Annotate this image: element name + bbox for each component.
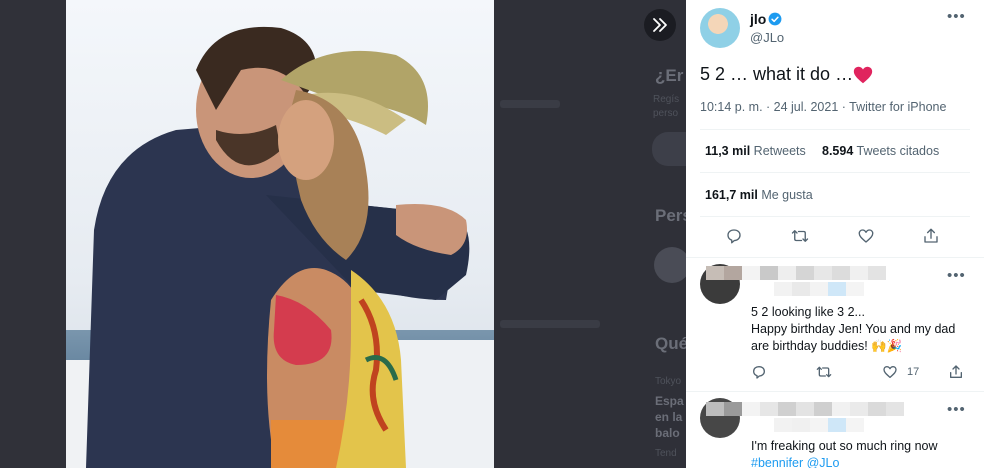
tweet-photo[interactable]: [66, 0, 494, 468]
censored-name: [706, 266, 886, 280]
share-icon: [924, 228, 938, 243]
reply-text: I'm freaking out so much ring now #benni…: [751, 438, 938, 468]
tweet-timestamp[interactable]: 10:14 p. m. · 24 jul. 2021 · Twitter for…: [700, 100, 946, 114]
heart-emoji-icon: [853, 66, 873, 84]
reply-button[interactable]: [723, 225, 745, 247]
background-trend: Espa: [655, 394, 684, 408]
background-heading: Qué: [655, 334, 686, 353]
likes-label: Me gusta: [761, 188, 813, 202]
reply-line: I'm freaking out so much ring now: [751, 439, 938, 453]
background-sidebar: [0, 0, 66, 468]
retweet-icon: [816, 366, 832, 378]
like-button[interactable]: [855, 225, 877, 247]
tweet-text: 5 2 … what it do …: [700, 64, 854, 84]
more-options-icon[interactable]: •••: [947, 401, 966, 418]
background-heading: ¿Er: [655, 66, 684, 85]
background-trend: en la: [655, 410, 683, 424]
quote-tweets-stat[interactable]: 8.594 Tweets citados: [822, 144, 939, 158]
background-bar: [500, 320, 600, 328]
background-subtext: perso: [653, 108, 679, 119]
divider: [686, 257, 984, 258]
retweet-button[interactable]: [789, 225, 811, 247]
like-button[interactable]: [879, 361, 901, 383]
reply-line: are birthday buddies! 🙌🎉: [751, 339, 903, 353]
author-avatar[interactable]: [700, 8, 740, 48]
photo-illustration: [66, 0, 494, 468]
more-options-icon[interactable]: •••: [947, 267, 966, 284]
retweet-icon: [791, 230, 809, 242]
likes-count: 161,7 mil: [705, 188, 758, 202]
reply-line: Happy birthday Jen! You and my dad: [751, 322, 956, 336]
author-name[interactable]: jlo: [750, 11, 766, 27]
censored-name: [706, 402, 904, 416]
retweets-stat[interactable]: 11,3 mil Retweets: [705, 144, 806, 158]
quotes-label: Tweets citados: [856, 144, 940, 158]
expand-panel-button[interactable]: [644, 9, 676, 41]
double-chevron-right-icon: [653, 18, 667, 32]
tweet-detail-panel: jlo @JLo ••• 5 2 … what it do … 10:14 p.…: [686, 0, 984, 468]
retweets-count: 11,3 mil: [705, 144, 751, 158]
heart-icon: [883, 366, 897, 378]
background-heading: Pers: [655, 206, 686, 225]
background-subtext: Regís: [653, 94, 680, 105]
hashtag-link[interactable]: #bennifer: [751, 456, 803, 468]
background-subtext: Tend: [655, 448, 677, 459]
heart-icon: [858, 229, 874, 243]
background-avatar: [654, 247, 686, 283]
background-button: [652, 132, 686, 166]
background-bar: [500, 100, 560, 108]
verified-badge-icon: [768, 12, 782, 26]
reply-icon: [753, 366, 765, 379]
quotes-count: 8.594: [822, 144, 854, 158]
reply-tags: #bennifer @JLo: [751, 455, 938, 468]
censored-handle: [774, 282, 864, 296]
mention-link[interactable]: @JLo: [807, 456, 840, 468]
divider: [700, 216, 970, 217]
censored-handle: [774, 418, 864, 432]
likes-stat[interactable]: 161,7 mil Me gusta: [705, 188, 813, 202]
share-icon: [950, 365, 962, 378]
reply-line: 5 2 looking like 3 2...: [751, 305, 865, 319]
background-subtext: Tokyo: [655, 376, 682, 387]
reply-text: 5 2 looking like 3 2... Happy birthday J…: [751, 304, 955, 355]
divider: [700, 172, 970, 173]
divider: [686, 391, 984, 392]
reply-icon: [727, 229, 741, 244]
more-options-icon[interactable]: •••: [947, 8, 966, 25]
share-button[interactable]: [920, 225, 942, 247]
share-button[interactable]: [945, 361, 967, 383]
retweets-label: Retweets: [753, 144, 806, 158]
author-handle[interactable]: @JLo: [750, 30, 784, 45]
divider: [700, 129, 970, 130]
like-count: 17: [907, 366, 920, 378]
background-trend: balo: [655, 426, 680, 440]
reply-button[interactable]: [748, 361, 770, 383]
retweet-button[interactable]: [813, 361, 835, 383]
